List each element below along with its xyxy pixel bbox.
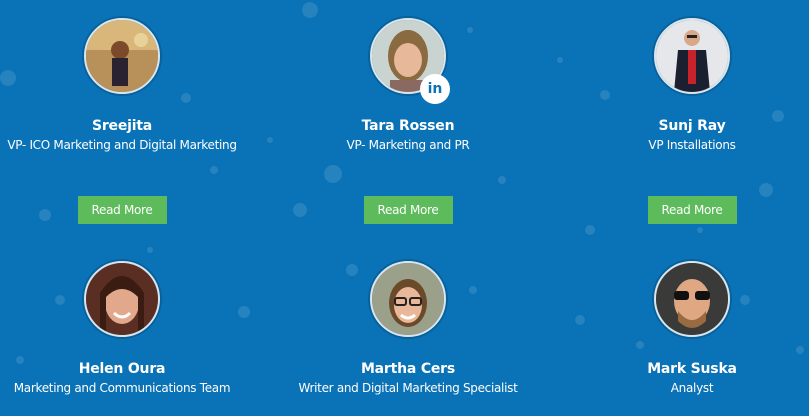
member-role: VP- ICO Marketing and Digital Marketing — [7, 138, 237, 152]
team-card-sreejita: Sreejita VP- ICO Marketing and Digital M… — [0, 18, 262, 224]
read-more-button[interactable]: Read More — [363, 196, 453, 224]
team-card-martha-cers: Martha Cers Writer and Digital Marketing… — [268, 261, 548, 395]
member-role: VP- Marketing and PR — [346, 138, 470, 152]
member-role: Analyst — [670, 381, 714, 395]
avatar-wrap — [654, 18, 730, 94]
avatar-wrap: in — [370, 18, 450, 104]
avatar[interactable] — [654, 18, 730, 94]
team-card-helen-oura: Helen Oura Marketing and Communications … — [0, 261, 262, 395]
person-photo-icon — [86, 263, 158, 335]
member-name: Sreejita — [91, 118, 153, 134]
avatar[interactable] — [370, 261, 446, 337]
team-card-tara-rossen: in Tara Rossen VP- Marketing and PR Read… — [268, 18, 548, 224]
member-name: Helen Oura — [78, 361, 166, 377]
member-role: Writer and Digital Marketing Specialist — [298, 381, 518, 395]
team-card-mark-suska: Mark Suska Analyst — [552, 261, 809, 395]
avatar[interactable] — [84, 261, 160, 337]
avatar-wrap — [84, 261, 160, 337]
person-photo-icon — [656, 20, 728, 92]
member-role: Marketing and Communications Team — [13, 381, 231, 395]
avatar[interactable] — [654, 261, 730, 337]
avatar-wrap — [654, 261, 730, 337]
linkedin-icon[interactable]: in — [420, 74, 450, 104]
read-more-button[interactable]: Read More — [77, 196, 167, 224]
person-photo-icon — [86, 20, 158, 92]
team-card-sunj-ray: Sunj Ray VP Installations Read More — [552, 18, 809, 224]
member-name: Tara Rossen — [361, 118, 455, 134]
avatar[interactable] — [84, 18, 160, 94]
read-more-button[interactable]: Read More — [647, 196, 737, 224]
person-photo-icon — [372, 263, 444, 335]
member-name: Martha Cers — [360, 361, 456, 377]
avatar-wrap — [84, 18, 160, 94]
avatar-wrap — [370, 261, 446, 337]
person-photo-icon — [656, 263, 728, 335]
member-name: Sunj Ray — [658, 118, 726, 134]
member-role: VP Installations — [648, 138, 736, 152]
member-name: Mark Suska — [647, 361, 737, 377]
